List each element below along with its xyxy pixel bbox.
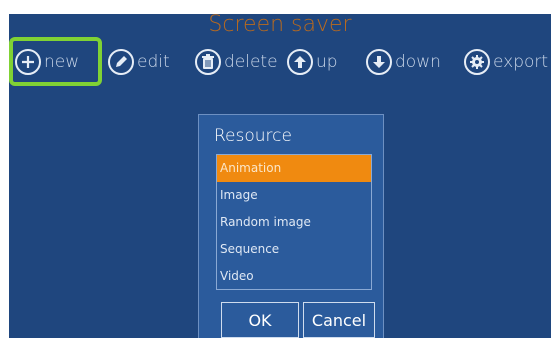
dialog-title: Resource bbox=[214, 126, 292, 146]
up-button-label: up bbox=[316, 52, 338, 72]
gear-icon bbox=[464, 49, 490, 75]
new-button[interactable]: new bbox=[15, 42, 79, 82]
new-button-label: new bbox=[44, 52, 80, 72]
resource-dialog: Resource Animation Image Random image Se… bbox=[198, 114, 384, 338]
arrow-up-icon bbox=[287, 49, 313, 75]
ok-button[interactable]: OK bbox=[221, 302, 299, 338]
screen-saver-window: Screen saver new edit delete up down exp… bbox=[9, 14, 551, 338]
list-item-animation[interactable]: Animation bbox=[217, 155, 371, 182]
up-button[interactable]: up bbox=[287, 42, 338, 82]
delete-button[interactable]: delete bbox=[195, 42, 278, 82]
edit-button[interactable]: edit bbox=[108, 42, 170, 82]
toolbar: new edit delete up down export bbox=[9, 42, 551, 82]
pencil-icon bbox=[108, 49, 134, 75]
export-button-label: export bbox=[493, 52, 549, 72]
arrow-down-icon bbox=[366, 49, 392, 75]
list-item-random-image[interactable]: Random image bbox=[217, 209, 371, 236]
edit-button-label: edit bbox=[137, 52, 170, 72]
plus-icon bbox=[15, 49, 41, 75]
delete-button-label: delete bbox=[224, 52, 278, 72]
list-item-image[interactable]: Image bbox=[217, 182, 371, 209]
list-item-video[interactable]: Video bbox=[217, 263, 371, 290]
export-button[interactable]: export bbox=[464, 42, 548, 82]
down-button-label: down bbox=[395, 52, 441, 72]
list-item-sequence[interactable]: Sequence bbox=[217, 236, 371, 263]
cancel-button[interactable]: Cancel bbox=[303, 302, 375, 338]
down-button[interactable]: down bbox=[366, 42, 441, 82]
resource-list[interactable]: Animation Image Random image Sequence Vi… bbox=[216, 154, 372, 290]
page-title: Screen saver bbox=[208, 14, 352, 37]
trash-icon bbox=[195, 49, 221, 75]
